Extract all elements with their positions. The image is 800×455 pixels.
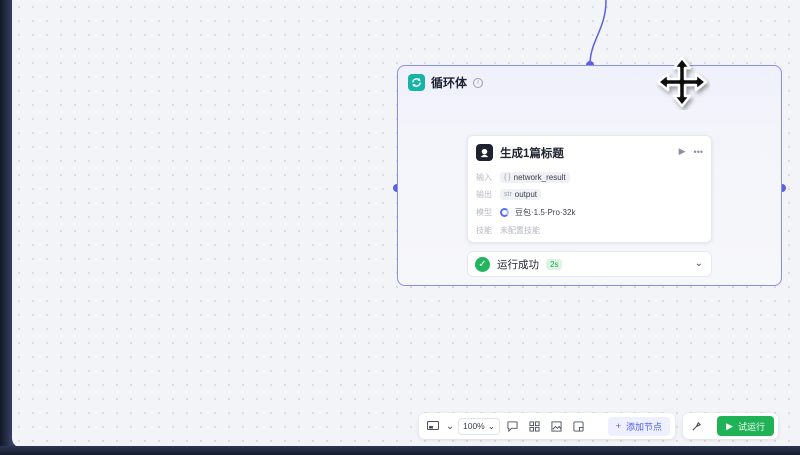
add-node-label: 添加节点 — [625, 421, 662, 432]
grid-layout-icon[interactable] — [526, 417, 544, 435]
success-check-icon: ✓ — [475, 256, 490, 272]
output-row: 输出 str output — [476, 189, 542, 200]
skill-label: 技能 — [476, 226, 492, 235]
output-chip: str output — [500, 189, 542, 200]
duration-badge: 2s — [546, 258, 563, 270]
image-icon[interactable] — [548, 417, 566, 435]
zoom-value: 100% — [463, 421, 485, 431]
input-row: 输入 { } network_result — [476, 172, 570, 183]
chevron-down-icon[interactable]: ⌄ — [695, 258, 703, 269]
monitor-frame-bottom — [0, 446, 800, 455]
info-icon[interactable]: i — [473, 77, 484, 88]
play-icon[interactable]: ▶ — [679, 146, 686, 157]
model-label: 模型 — [476, 208, 492, 217]
zoom-chevron-icon: ⌄ — [487, 420, 495, 431]
model-icon — [500, 208, 509, 217]
output-label: 输出 — [476, 190, 492, 199]
comment-icon[interactable] — [504, 417, 522, 435]
output-type-tag: str — [504, 191, 512, 198]
model-value: 豆包·1.5·Pro·32k — [515, 208, 576, 217]
run-status-bar[interactable]: ✓ 运行成功 2s ⌄ — [467, 251, 712, 277]
loop-icon — [408, 74, 425, 91]
run-toolbar: ▶ 试运行 — [683, 413, 778, 439]
minimap-chevron-icon[interactable]: ⌄ — [446, 417, 454, 435]
skill-value: 未配置技能 — [500, 226, 540, 235]
test-run-button[interactable]: ▶ 试运行 — [717, 416, 774, 436]
add-node-button[interactable]: + 添加节点 — [607, 416, 670, 436]
input-label: 输入 — [476, 173, 492, 182]
canvas-toolbar: ⌄ 100% ⌄ + 添加节点 — [419, 413, 675, 439]
llm-node[interactable]: 生成1篇标题 ▶ ••• 输入 { } network_result 输出 str… — [467, 135, 712, 243]
output-value: output — [514, 190, 538, 199]
node-title: 生成1篇标题 — [500, 147, 564, 160]
play-icon: ▶ — [726, 420, 733, 431]
note-icon[interactable] — [570, 417, 588, 435]
input-chip: { } network_result — [500, 172, 570, 183]
zoom-select[interactable]: 100% ⌄ — [458, 417, 500, 435]
llm-avatar-icon — [476, 144, 493, 161]
minimap-icon[interactable] — [424, 417, 442, 435]
move-cursor-icon — [656, 56, 708, 108]
plus-icon: + — [615, 421, 621, 431]
model-row: 模型 豆包·1.5·Pro·32k — [476, 207, 575, 218]
input-type-tag: { } — [504, 174, 511, 181]
loop-title: 循环体 — [431, 76, 468, 90]
more-icon[interactable]: ••• — [694, 147, 703, 157]
input-value: network_result — [513, 173, 566, 182]
run-label: 试运行 — [737, 421, 765, 432]
debug-icon[interactable] — [687, 417, 705, 435]
loop-header: 循环体 i — [408, 74, 484, 91]
skill-row: 技能 未配置技能 — [476, 225, 540, 236]
status-text: 运行成功 — [497, 258, 539, 271]
